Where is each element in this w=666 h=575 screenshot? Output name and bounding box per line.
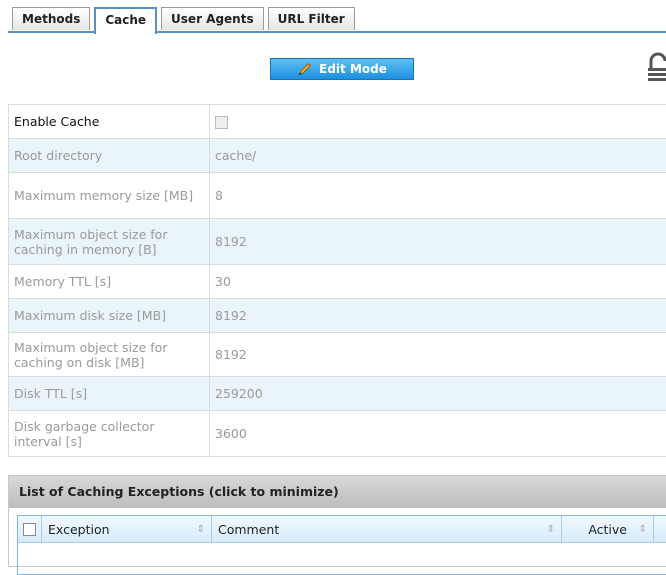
enable-cache-label: Enable Cache [9, 105, 210, 139]
tab-bar: Methods Cache User Agents URL Filter [12, 7, 359, 33]
setting-label: Memory TTL [s] [9, 265, 210, 299]
select-all-checkbox[interactable] [23, 523, 36, 536]
column-header-active[interactable]: Active ⇕ [562, 516, 654, 542]
setting-value: 8192 [210, 333, 666, 377]
column-header-exception[interactable]: Exception ⇕ [42, 516, 212, 542]
setting-row: Root directory cache/ [9, 139, 666, 173]
edit-mode-label: Edit Mode [319, 62, 387, 76]
tab-user-agents[interactable]: User Agents [161, 7, 264, 30]
setting-value: 8192 [210, 219, 666, 265]
setting-row: Maximum disk size [MB] 8192 [9, 299, 666, 333]
exceptions-grid: Exception ⇕ Comment ⇕ Active ⇕ [17, 515, 666, 575]
tab-url-filter[interactable]: URL Filter [268, 7, 355, 30]
setting-row: Disk garbage collector interval [s] 3600 [9, 411, 666, 457]
setting-value: 3600 [210, 411, 666, 457]
enable-cache-checkbox[interactable] [215, 116, 228, 129]
setting-value: 30 [210, 265, 666, 299]
setting-value: 259200 [210, 377, 666, 411]
column-header-comment[interactable]: Comment ⇕ [212, 516, 562, 542]
setting-value: cache/ [210, 139, 666, 173]
cache-settings-table: Enable Cache Root directory cache/ Maxim… [8, 104, 666, 457]
column-label: Exception [48, 522, 110, 537]
exceptions-grid-header: Exception ⇕ Comment ⇕ Active ⇕ [18, 516, 666, 543]
sort-icon: ⇕ [639, 524, 647, 535]
caching-exceptions-panel: List of Caching Exceptions (click to min… [8, 475, 666, 567]
setting-row: Memory TTL [s] 30 [9, 265, 666, 299]
tab-methods[interactable]: Methods [12, 7, 90, 30]
setting-row: Maximum memory size [MB] 8 [9, 173, 666, 219]
setting-row: Maximum object size for caching in memor… [9, 219, 666, 265]
select-all-cell [18, 516, 42, 542]
tab-cache[interactable]: Cache [94, 7, 157, 34]
setting-label: Root directory [9, 139, 210, 173]
lock-icon[interactable] [648, 52, 666, 88]
setting-label: Maximum memory size [MB] [9, 173, 210, 219]
setting-label: Disk TTL [s] [9, 377, 210, 411]
setting-row: Disk TTL [s] 259200 [9, 377, 666, 411]
enable-cache-row: Enable Cache [9, 105, 666, 139]
pencil-icon [297, 61, 313, 77]
setting-label: Maximum disk size [MB] [9, 299, 210, 333]
column-label: Active [588, 522, 627, 537]
setting-label: Maximum object size for caching on disk … [9, 333, 210, 377]
edit-mode-button[interactable]: Edit Mode [270, 58, 414, 80]
sort-icon: ⇕ [547, 524, 555, 535]
caching-exceptions-title[interactable]: List of Caching Exceptions (click to min… [9, 476, 666, 508]
sort-icon: ⇕ [197, 524, 205, 535]
setting-label: Maximum object size for caching in memor… [9, 219, 210, 265]
setting-value: 8192 [210, 299, 666, 333]
setting-row: Maximum object size for caching on disk … [9, 333, 666, 377]
setting-label: Disk garbage collector interval [s] [9, 411, 210, 457]
setting-value: 8 [210, 173, 666, 219]
column-label: Comment [218, 522, 279, 537]
